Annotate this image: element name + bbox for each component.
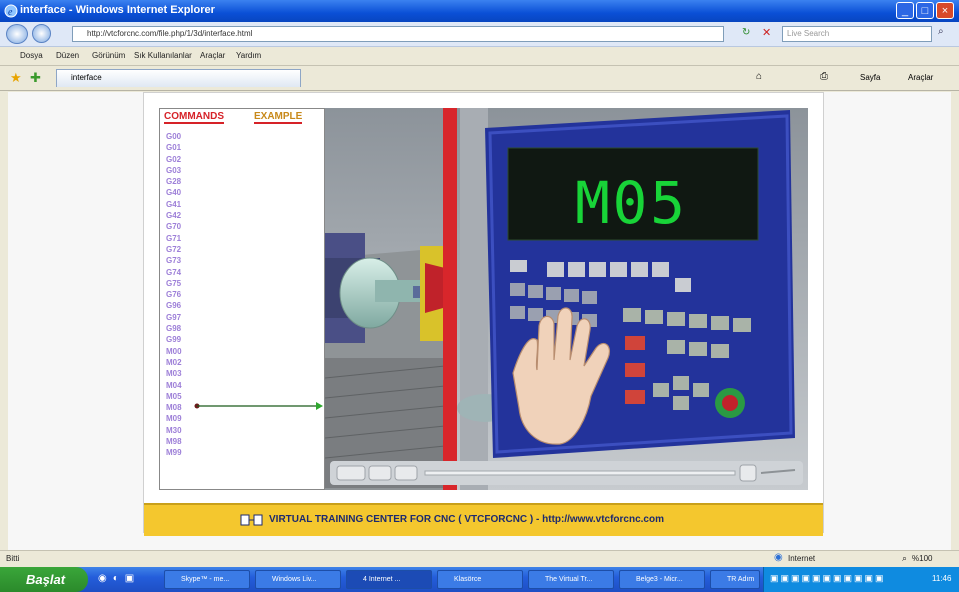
taskbar-button[interactable]: The Virtual Tr... [528, 570, 614, 589]
search-input[interactable]: Live Search [782, 26, 932, 42]
selection-arrow [194, 402, 323, 410]
security-zone: Internet [788, 554, 816, 563]
status-text: Bitti [6, 554, 20, 563]
maximize-button[interactable]: □ [916, 2, 934, 19]
command-item[interactable]: G73 [166, 255, 182, 266]
command-item[interactable]: G71 [166, 233, 182, 244]
command-item[interactable]: G75 [166, 278, 182, 289]
command-item[interactable]: G97 [166, 312, 182, 323]
close-button[interactable]: × [936, 2, 954, 19]
pause-button[interactable] [368, 465, 392, 481]
taskbar-button[interactable]: Klasörce [437, 570, 523, 589]
favorites-star-icon[interactable]: ★ [10, 70, 22, 86]
tools-menu[interactable]: Araçlar [908, 73, 933, 82]
command-item[interactable]: G42 [166, 210, 182, 221]
command-item[interactable]: M05 [166, 391, 182, 402]
stop-icon[interactable]: ✕ [762, 26, 771, 39]
taskbar-button[interactable]: Windows Liv... [255, 570, 341, 589]
play-button[interactable] [394, 465, 418, 481]
menu-bar: Dosya Düzen Görünüm Sık Kullanılanlar Ar… [0, 47, 959, 66]
footer-banner: VIRTUAL TRAINING CENTER FOR CNC ( VTCFOR… [144, 503, 823, 536]
command-item[interactable]: M98 [166, 436, 182, 447]
command-item[interactable]: M02 [166, 357, 182, 368]
command-item[interactable]: G03 [166, 165, 182, 176]
command-item[interactable]: M30 [166, 425, 182, 436]
command-item[interactable]: M99 [166, 447, 182, 458]
command-item[interactable]: M00 [166, 346, 182, 357]
tray-icons[interactable]: ▣▣▣▣▣▣▣▣▣▣▣ [770, 573, 886, 584]
address-toolbar: http://vtcforcnc.com/file.php/1/3d/inter… [0, 22, 959, 47]
taskbar-button[interactable]: 4 Internet ... [346, 570, 432, 589]
command-item[interactable]: G01 [166, 142, 182, 153]
svg-text:e: e [8, 7, 13, 18]
command-item[interactable]: M03 [166, 368, 182, 379]
search-icon[interactable]: ⌕ [938, 26, 944, 37]
simulator-panel: COMMANDS EXAMPLE G00 G01 G02 G03 G28 G40 G41 G4… [143, 92, 824, 536]
command-item[interactable]: G00 [166, 131, 182, 142]
window-title: interface - Windows Internet Explorer [20, 4, 215, 16]
menu-help[interactable]: Yardım [236, 51, 261, 60]
system-tray: ▣▣▣▣▣▣▣▣▣▣▣ 11:46 [763, 567, 959, 592]
status-bar: Bitti ◉ Internet ⌕ %100 [0, 550, 959, 568]
clock[interactable]: 11:46 [932, 574, 951, 583]
playback-bar [330, 461, 803, 485]
command-item[interactable]: G70 [166, 221, 182, 232]
menu-favorites[interactable]: Sık Kullanılanlar [134, 51, 192, 60]
tab-commands[interactable]: COMMANDS [164, 111, 224, 124]
zoom-icon[interactable]: ⌕ [902, 553, 907, 564]
command-item[interactable]: M08 [166, 402, 182, 413]
quicklaunch-icons[interactable]: ◉◐▣ [98, 573, 140, 584]
command-item[interactable]: G74 [166, 267, 182, 278]
display-readout: M05 [575, 169, 685, 237]
command-item[interactable]: G96 [166, 300, 182, 311]
tab-example[interactable]: EXAMPLE [254, 111, 303, 124]
menu-view[interactable]: Görünüm [92, 51, 125, 60]
taskbar: Başlat ◉◐▣ Skype™ - me... Windows Liv...… [0, 567, 959, 592]
home-icon[interactable]: ⌂ [756, 71, 762, 82]
command-item[interactable]: G02 [166, 154, 182, 165]
banner-text[interactable]: VIRTUAL TRAINING CENTER FOR CNC ( VTCFOR… [269, 514, 664, 525]
address-input[interactable]: http://vtcforcnc.com/file.php/1/3d/inter… [72, 26, 724, 42]
commands-panel: COMMANDS EXAMPLE G00 G01 G02 G03 G28 G40 G41 G4… [159, 108, 325, 490]
command-item[interactable]: M04 [166, 380, 182, 391]
taskbar-button[interactable]: Skype™ - me... [164, 570, 250, 589]
progress-track[interactable] [424, 470, 736, 476]
command-item[interactable]: G76 [166, 289, 182, 300]
page-viewport: COMMANDS EXAMPLE G00 G01 G02 G03 G28 G40 G41 G4… [8, 92, 951, 550]
minimize-button[interactable]: _ [896, 2, 914, 19]
page-menu[interactable]: Sayfa [860, 73, 880, 82]
menu-file[interactable]: Dosya [20, 51, 43, 60]
command-item[interactable]: G99 [166, 334, 182, 345]
rewind-button[interactable] [336, 465, 366, 481]
window-titlebar: e interface - Windows Internet Explorer … [0, 0, 959, 22]
start-button[interactable]: Başlat [0, 567, 88, 592]
forward-button[interactable] [32, 24, 51, 43]
command-item[interactable]: G28 [166, 176, 182, 187]
logo-icon [240, 514, 263, 526]
volume-knob[interactable] [739, 464, 757, 482]
command-item[interactable]: G41 [166, 199, 182, 210]
taskbar-button[interactable]: TR Adım [710, 570, 760, 589]
command-item[interactable]: G98 [166, 323, 182, 334]
command-item[interactable]: G72 [166, 244, 182, 255]
print-icon[interactable]: ⎙ [820, 71, 828, 82]
cnc-3d-scene: M05 [325, 108, 808, 490]
add-favorite-icon[interactable]: ✚ [30, 70, 41, 86]
tab-interface[interactable]: interface [56, 69, 301, 87]
taskbar-button[interactable]: Belge3 - Micr... [619, 570, 705, 589]
back-button[interactable] [6, 24, 28, 44]
globe-icon: ◉ [774, 552, 783, 563]
menu-tools[interactable]: Araçlar [200, 51, 225, 60]
command-item[interactable]: M09 [166, 413, 182, 424]
ie-icon: e [4, 4, 18, 18]
zoom-level[interactable]: %100 [912, 554, 932, 563]
command-list: G00 G01 G02 G03 G28 G40 G41 G42 G70 G71 G72 G73 G74 G… [166, 131, 182, 459]
refresh-icon[interactable]: ↻ [742, 27, 750, 38]
menu-edit[interactable]: Düzen [56, 51, 79, 60]
tab-bar: ★ ✚ interface ⌂ ⎙ Sayfa Araçlar [0, 66, 959, 91]
command-item[interactable]: G40 [166, 187, 182, 198]
